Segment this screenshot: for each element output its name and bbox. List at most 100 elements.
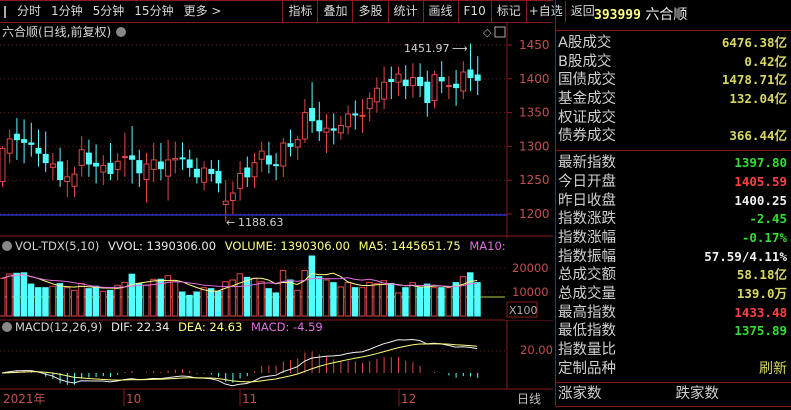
low-arrow-icon: ← xyxy=(226,216,235,229)
info-label: 今日开盘 xyxy=(558,173,616,190)
candle-down xyxy=(93,162,100,167)
tab-15min[interactable]: 15分钟 xyxy=(129,1,178,22)
volume-menu-icon[interactable] xyxy=(2,241,12,251)
f10-button[interactable]: F10 xyxy=(457,1,491,22)
info-value: 6476.38亿 xyxy=(721,35,787,50)
index-code: 393999 xyxy=(594,8,641,23)
chart-menu-icon[interactable] xyxy=(116,27,126,37)
volume-bar xyxy=(323,279,330,317)
volume-bar xyxy=(272,292,280,317)
high-price-label: 1451.97 xyxy=(404,42,450,55)
volume-bar xyxy=(351,287,359,317)
candle-up xyxy=(114,160,121,170)
volume-bar xyxy=(474,282,481,317)
candle-up xyxy=(150,159,157,170)
candle-up xyxy=(345,113,352,128)
candle-up xyxy=(258,150,265,160)
toolbar: 分时 1分钟 5分钟 15分钟 更多 > 指标 叠加 多股 统计 画线 F10 … xyxy=(0,0,595,23)
candle-up xyxy=(359,114,366,117)
macd-menu-icon[interactable] xyxy=(2,322,12,332)
macd-tick: 20.00 xyxy=(520,343,553,357)
statistics-button[interactable]: 统计 xyxy=(387,1,423,22)
volume-bar xyxy=(179,291,186,317)
low-price-label: 1188.63 xyxy=(238,216,284,229)
candle-up xyxy=(381,81,388,100)
candle-up xyxy=(78,149,85,166)
volume-bar xyxy=(63,287,71,317)
volume-bar xyxy=(85,288,92,317)
info-row: 昨日收盘 1400.25 xyxy=(556,192,791,211)
candle-up xyxy=(100,164,107,173)
tab-timeshare[interactable]: 分时 xyxy=(12,1,46,22)
info-value: 1405.59 xyxy=(734,173,787,189)
info-label: B股成交 xyxy=(558,53,612,70)
diamond-icon[interactable]: ◇ xyxy=(483,26,492,39)
kline-chart[interactable]: 六合顺(日线,前复权) ◇ 1451.97 ⟶ ← 1188.63 1450 14… xyxy=(0,23,553,406)
volume-bar xyxy=(438,287,445,317)
volume-bar xyxy=(258,281,265,317)
candle-down xyxy=(21,139,28,143)
multi-stock-button[interactable]: 多股 xyxy=(352,1,387,22)
candle-down xyxy=(107,162,114,174)
info-value[interactable]: 刷新 xyxy=(759,360,787,379)
volume-bar xyxy=(409,282,416,317)
info-label: 指数涨幅 xyxy=(558,229,616,246)
info-value: -2.45 xyxy=(749,211,787,227)
volume-bar xyxy=(99,290,107,317)
candle-down xyxy=(265,155,272,165)
tab-1min[interactable]: 1分钟 xyxy=(46,1,88,22)
period-button[interactable]: 日线 xyxy=(517,392,541,406)
candle-up xyxy=(0,147,6,183)
candle-down xyxy=(438,76,445,82)
volume-bar xyxy=(164,275,172,317)
overlay-button[interactable]: 叠加 xyxy=(317,1,352,22)
draw-line-button[interactable]: 画线 xyxy=(422,1,458,22)
tab-more[interactable]: 更多 > xyxy=(179,1,227,22)
candle-down xyxy=(157,161,164,170)
volume-bar xyxy=(143,284,150,317)
volume-bar xyxy=(467,272,474,317)
date-label: 11 xyxy=(242,392,257,406)
info-value: 57.59/4.11% xyxy=(704,248,787,264)
volume-bar xyxy=(13,272,20,317)
candle-down xyxy=(129,155,136,160)
volume-bar xyxy=(445,287,452,317)
candle-down xyxy=(417,76,424,87)
volume-bar xyxy=(279,269,287,317)
candle-up xyxy=(409,76,416,87)
info-label: 总成交额 xyxy=(558,267,616,284)
info-label: 基金成交 xyxy=(558,91,616,108)
price-tick-label: 1400 xyxy=(519,72,550,86)
high-arrow-icon: ⟶ xyxy=(452,42,468,55)
volume-bar xyxy=(186,294,193,317)
indicator-button[interactable]: 指标 xyxy=(282,1,317,22)
candle-up xyxy=(323,127,330,133)
volume-header: VOL-TDX(5,10) VVOL: 1390306.00 VOLUME: 1… xyxy=(15,239,546,253)
tab-5min[interactable]: 5分钟 xyxy=(88,1,130,22)
candle-down xyxy=(424,81,431,103)
volume-tick: 10000 xyxy=(512,285,549,299)
candle-down xyxy=(316,120,323,132)
candle-down xyxy=(309,108,316,122)
candle-up xyxy=(445,85,452,88)
info-label: 国债成交 xyxy=(558,72,616,89)
info-value: -0.17% xyxy=(741,229,787,245)
panel-toggle-icon[interactable] xyxy=(494,26,506,38)
candle-up xyxy=(294,139,301,148)
index-name: 六合顺 xyxy=(645,7,688,23)
candle-down xyxy=(388,78,395,83)
candle-down xyxy=(287,143,294,147)
volume-bar xyxy=(215,290,222,317)
info-row: 国债成交 1478.71亿 xyxy=(556,71,791,90)
info-label: 最高指数 xyxy=(558,304,616,321)
mark-button[interactable]: 标记 xyxy=(490,1,526,22)
volume-bar xyxy=(294,289,301,317)
chart-area[interactable]: 六合顺(日线,前复权) ◇ 1451.97 ⟶ ← 1188.63 1450 14… xyxy=(0,23,553,406)
candle-up xyxy=(143,163,150,181)
volume-bar xyxy=(459,276,467,317)
volume-bar xyxy=(157,278,164,317)
panel-toggle-icon[interactable] xyxy=(4,5,6,18)
candle-up xyxy=(165,159,172,177)
volume-bar xyxy=(301,269,308,317)
info-row: 最低指数 1375.89 xyxy=(556,322,791,341)
